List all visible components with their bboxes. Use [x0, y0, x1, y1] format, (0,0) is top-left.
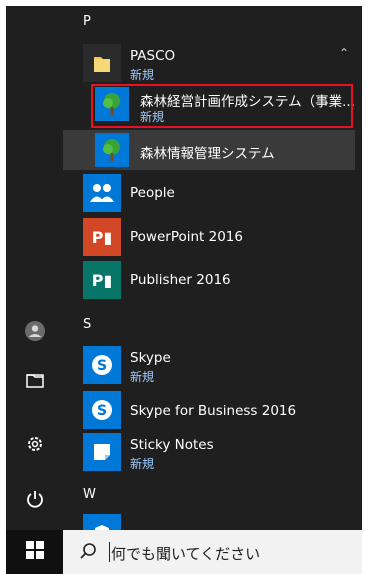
- settings-icon: [25, 434, 45, 458]
- app-sticky-notes-label: Sticky Notes: [130, 437, 214, 453]
- app-sticky-notes[interactable]: Sticky Notes 新規: [63, 431, 355, 475]
- publisher-icon: P▮: [83, 261, 121, 299]
- new-badge: 新規: [130, 457, 155, 471]
- search-icon: [79, 542, 97, 564]
- app-partial-w[interactable]: [63, 514, 355, 530]
- documents-icon: [25, 372, 45, 394]
- user-avatar-button[interactable]: [18, 316, 52, 350]
- group-header-p[interactable]: P: [83, 14, 91, 29]
- documents-button[interactable]: [18, 366, 52, 400]
- text-cursor: [109, 542, 110, 562]
- taskbar: 何でも聞いてください: [6, 530, 362, 574]
- folder-pasco[interactable]: PASCO 新規 ⌃: [63, 40, 355, 84]
- windows-logo-icon: [25, 541, 44, 563]
- shield-icon: [83, 514, 121, 530]
- app-publisher[interactable]: P▮ Publisher 2016: [63, 259, 355, 301]
- app-people-label: People: [130, 185, 175, 201]
- search-box[interactable]: 何でも聞いてください: [63, 530, 362, 574]
- start-button[interactable]: [6, 530, 63, 574]
- chevron-up-icon: ⌃: [339, 46, 350, 60]
- folder-icon: [83, 44, 121, 82]
- app-skype-business-label: Skype for Business 2016: [130, 403, 297, 419]
- group-header-s[interactable]: S: [83, 317, 91, 332]
- folder-pasco-label: PASCO: [130, 48, 176, 64]
- skype-business-icon: S: [83, 391, 121, 429]
- app-skype[interactable]: S Skype 新規: [63, 344, 355, 388]
- svg-text:S: S: [97, 358, 107, 374]
- svg-text:S: S: [97, 403, 107, 419]
- app-shinrin-joho[interactable]: 森林情報管理システム: [63, 130, 355, 170]
- start-menu: P PASCO 新規 ⌃ 森林経営計画作成システム（事業... 新規 森林情報管…: [6, 6, 362, 530]
- app-powerpoint[interactable]: P▮ PowerPoint 2016: [63, 216, 355, 258]
- app-publisher-label: Publisher 2016: [130, 272, 231, 288]
- people-icon: [83, 174, 121, 212]
- app-shinrin-joho-label: 森林情報管理システム: [140, 146, 275, 162]
- app-skype-label: Skype: [130, 350, 171, 366]
- app-people[interactable]: People: [63, 172, 355, 214]
- new-badge: 新規: [130, 370, 155, 384]
- settings-button[interactable]: [18, 429, 52, 463]
- start-rail: [6, 6, 63, 530]
- powerpoint-icon: P▮: [83, 218, 121, 256]
- group-header-w[interactable]: W: [83, 487, 96, 502]
- tree-icon: [95, 133, 129, 167]
- power-icon: [25, 489, 45, 513]
- skype-icon: S: [83, 346, 121, 384]
- app-powerpoint-label: PowerPoint 2016: [130, 229, 243, 245]
- user-avatar-icon: [24, 320, 46, 346]
- sticky-notes-icon: [83, 433, 121, 471]
- selection-highlight: [91, 84, 353, 128]
- search-placeholder: 何でも聞いてください: [111, 545, 261, 563]
- app-skype-business[interactable]: S Skype for Business 2016: [63, 389, 355, 431]
- power-button[interactable]: [18, 484, 52, 518]
- app-list: P PASCO 新規 ⌃ 森林経営計画作成システム（事業... 新規 森林情報管…: [63, 6, 362, 530]
- new-badge: 新規: [130, 68, 155, 82]
